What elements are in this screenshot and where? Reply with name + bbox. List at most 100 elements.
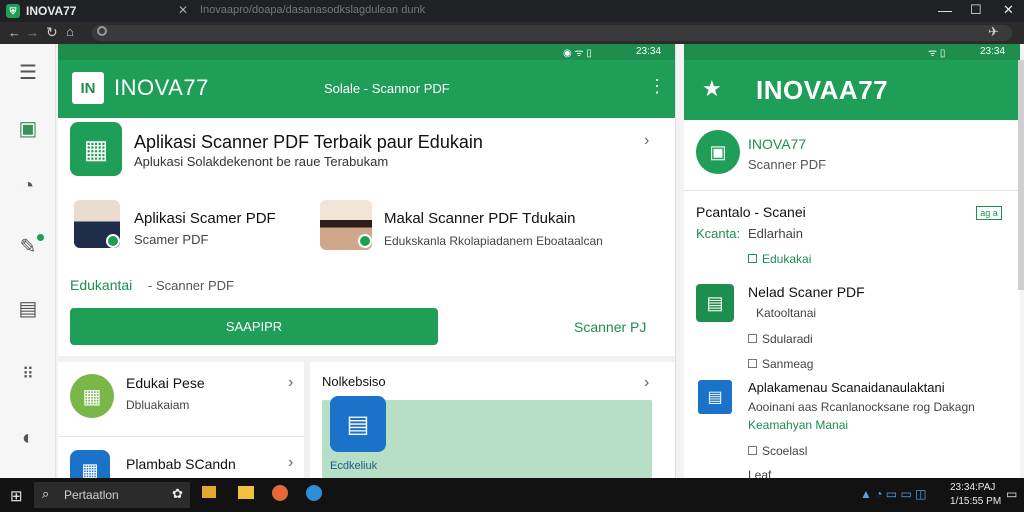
divider [58, 436, 304, 437]
chevron-right-icon[interactable]: › [288, 374, 293, 392]
column-divider [304, 362, 310, 478]
page-content: ☰ ▣ ◔ ✎ ▤ ⠿ ◐ ◉ ᯤ ▯ 23:34 IN INOVA77 Sol… [0, 44, 1024, 478]
extension-icon[interactable]: ✈ [988, 24, 999, 40]
item1-title[interactable]: Edukai Pese [126, 375, 205, 391]
doc-sub2: Sdularadi [762, 332, 813, 346]
shield-icon[interactable]: ◐ [14, 424, 42, 452]
app-bar: ★ INOVAA77 [684, 60, 1020, 120]
document-scan-icon: ▤ [330, 396, 386, 452]
status-bar: ᯤ ▯ 23:34 [684, 44, 1020, 60]
avatar-badge-icon [106, 234, 120, 248]
chevron-right-icon[interactable]: › [288, 454, 293, 472]
chevron-right-icon[interactable]: › [644, 132, 649, 150]
clipboard-icon[interactable]: ▣ [14, 114, 42, 142]
app-link[interactable]: Keamahyan Manai [748, 418, 848, 432]
windows-start-icon[interactable]: ⊞ [10, 487, 23, 505]
hero-subtitle: Aplukasi Solakdekenont be raue Terabukam [134, 154, 389, 169]
minimize-icon[interactable]: — [938, 2, 952, 18]
app-bar: IN INOVA77 Solale - Scannor PDF ⋮ [58, 60, 675, 118]
search-icon: ⌕ [42, 486, 50, 501]
task-view-icon[interactable] [202, 486, 216, 498]
checkbox-icon[interactable] [748, 254, 757, 263]
profile-logo: ▣ [696, 130, 740, 174]
doc-title[interactable]: Nelad Scaner PDF [748, 284, 865, 300]
checkbox-icon[interactable] [748, 446, 757, 455]
section-tag: ag a [976, 206, 1002, 220]
preview-badge: Ecdkeliuk [330, 460, 378, 472]
status-bar: ◉ ᯤ ▯ 23:34 [58, 44, 675, 60]
menu-icon[interactable]: ☰ [14, 58, 42, 86]
home-icon[interactable]: ⌂ [66, 24, 74, 39]
bottom-item: Leaf [748, 468, 772, 478]
brand-name: INOVAA77 [756, 75, 889, 105]
section-subtitle: - Scanner PDF [148, 278, 234, 293]
clock-time[interactable]: 23:34:PAJ [950, 482, 995, 493]
secondary-link[interactable]: Scanner PJ [574, 319, 646, 335]
tab-url-snippet[interactable]: Inovaapro/doapa/dasanasodkslagdulean dun… [200, 4, 440, 18]
app-foot: Scoelasl [762, 444, 808, 458]
back-icon[interactable]: ← [8, 25, 21, 40]
avatar-badge-icon [358, 234, 372, 248]
site-info-icon[interactable] [97, 26, 107, 36]
doc-sub3: Sanmeag [762, 357, 814, 371]
maximize-icon[interactable]: ☐ [970, 2, 982, 18]
notification-dot [37, 234, 44, 241]
address-input[interactable] [92, 25, 1012, 41]
browser-icon-orange[interactable] [272, 485, 288, 501]
cortana-icon[interactable]: ✿ [172, 486, 183, 502]
appbar-subtitle: Solale - Scannor PDF [324, 81, 450, 96]
primary-action-button[interactable]: SAAPIPR [70, 308, 438, 345]
app-doc-icon: ▤ [698, 380, 732, 414]
item2-title[interactable]: Plambab SCandn [126, 456, 236, 472]
more-options-icon[interactable]: ⋮ [648, 76, 666, 97]
app-shield-icon: ⛨ [6, 4, 20, 18]
education-icon: ▦ [70, 374, 114, 418]
chevron-right-icon[interactable]: › [644, 374, 649, 392]
tab-title[interactable]: INOVA77 [26, 4, 76, 18]
browser-address-bar: ← → ↻ ⌂ ✈ [0, 22, 1024, 44]
edge-icon[interactable] [306, 485, 322, 501]
hero-title: Aplikasi Scanner PDF Terbaik paur Edukai… [134, 132, 483, 152]
sheet-icon: ▤ [696, 284, 734, 322]
card-left-subtitle: Scamer PDF [134, 232, 209, 247]
file-explorer-icon[interactable] [238, 486, 254, 499]
row1-value: Edlarhain [748, 226, 803, 241]
status-time: 23:34 [636, 46, 662, 57]
search-input[interactable]: Pertaatlon [64, 488, 119, 502]
tab-close-icon[interactable]: ✕ [178, 3, 188, 17]
scan-icon: ▦ [70, 450, 110, 478]
chart-pie-icon[interactable]: ◔ [14, 172, 42, 200]
divider [58, 356, 675, 362]
row1-sub: Edukakai [762, 252, 812, 266]
system-tray-icons[interactable]: ▲ ◔ ▭ ▭ ◫ [860, 487, 926, 501]
notification-icon[interactable]: ▭ [1006, 487, 1017, 501]
section-title: Pcantalo - Scanei [696, 204, 806, 220]
card-left-title[interactable]: Aplikasi Scamer PDF [134, 210, 276, 227]
app-screen-main: ◉ ᯤ ▯ 23:34 IN INOVA77 Solale - Scannor … [58, 44, 676, 478]
document-icon[interactable]: ▤ [14, 294, 42, 322]
checkbox-icon[interactable] [748, 334, 757, 343]
star-icon[interactable]: ★ [702, 76, 722, 102]
status-time: 23:34 [980, 46, 1006, 57]
left-rail: ☰ ▣ ◔ ✎ ▤ ⠿ ◐ [0, 44, 56, 478]
card-right-subtitle: Edukskanla Rkolapiadanem Eboataalcan [384, 234, 603, 248]
app-title[interactable]: Aplakamenau Scanaidanaulaktani [748, 380, 1018, 395]
apps-grid-icon[interactable]: ⠿ [14, 360, 42, 388]
profile-name: INOVA77 [748, 136, 807, 152]
close-window-icon[interactable]: ✕ [1003, 2, 1014, 18]
browser-title-bar: ⛨ INOVA77 ✕ Inovaapro/doapa/dasanasodksl… [0, 0, 1024, 22]
page-scrollbar[interactable] [1018, 60, 1024, 290]
reload-icon[interactable]: ↻ [46, 24, 58, 41]
checkbox-icon[interactable] [748, 359, 757, 368]
divider [684, 190, 1020, 191]
clock-date[interactable]: 1/15:55 PM [950, 496, 1001, 507]
preview-title: Nolkebsiso [322, 374, 386, 389]
section-label: Edukantai [70, 277, 133, 293]
taskbar: ⊞ ⌕ Pertaatlon ✿ ▲ ◔ ▭ ▭ ◫ 23:34:PAJ 1/1… [0, 478, 1024, 512]
card-right-title[interactable]: Makal Scanner PDF Tdukain [384, 210, 575, 227]
doc-sub1: Katooltanai [756, 306, 817, 320]
wifi-icon: ᯤ ▯ [928, 48, 946, 59]
wifi-icon: ◉ ᯤ ▯ [563, 48, 592, 59]
app-subtitle: Aooinani aas Rcanlanocksane rog Dakagn [748, 400, 975, 414]
forward-icon[interactable]: → [26, 25, 39, 40]
